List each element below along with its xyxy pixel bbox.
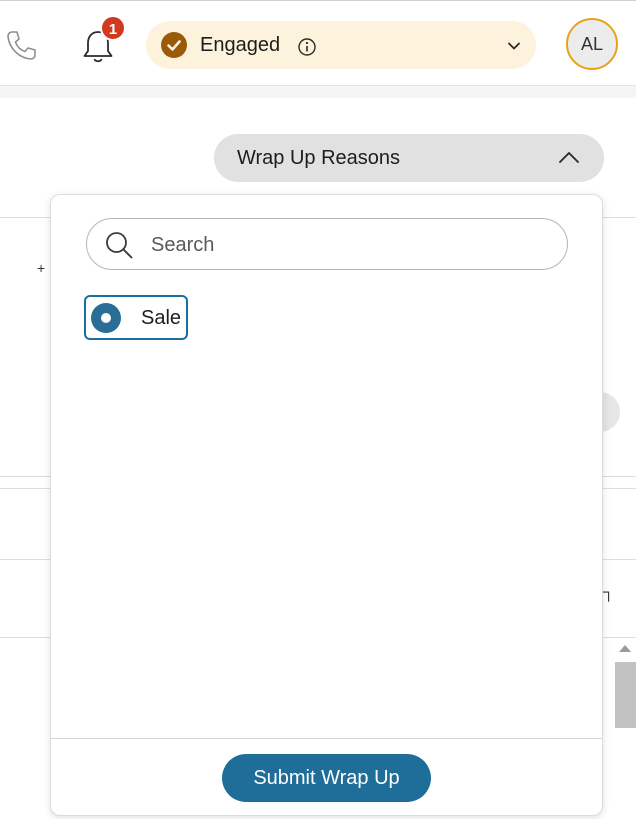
submit-wrap-up-button[interactable]: Submit Wrap Up — [222, 754, 431, 802]
radio-button-selected[interactable] — [91, 303, 121, 333]
workspace-gap — [0, 86, 636, 98]
search-input[interactable] — [149, 229, 553, 261]
search-field[interactable] — [86, 218, 568, 270]
chevron-up-icon — [558, 148, 580, 168]
agent-state-dropdown[interactable]: Engaged — [146, 21, 536, 69]
notification-badge: 1 — [100, 15, 126, 41]
phone-icon[interactable] — [4, 29, 38, 63]
avatar[interactable]: AL — [566, 18, 618, 70]
wrap-up-reasons-label: Wrap Up Reasons — [237, 147, 401, 169]
agent-state-label: Engaged — [200, 34, 281, 56]
plus-icon[interactable]: + — [37, 260, 45, 276]
wrap-up-reasons-dropdown: Sale Submit Wrap Up — [50, 194, 603, 816]
check-circle-icon — [161, 32, 187, 58]
top-header: 1 Engaged AL — [0, 0, 636, 86]
radio-dot — [101, 313, 111, 323]
wrap-up-reasons-button[interactable]: Wrap Up Reasons — [214, 134, 604, 182]
corner-bracket-icon: ┐ — [603, 584, 615, 601]
dropdown-footer-divider — [51, 738, 602, 739]
info-icon[interactable] — [297, 37, 317, 57]
scroll-up-arrow-icon[interactable] — [616, 642, 634, 656]
notifications-button[interactable]: 1 — [80, 15, 126, 63]
wrap-up-option-sale[interactable]: Sale — [84, 295, 188, 340]
scrollbar-thumb[interactable] — [615, 662, 636, 728]
option-label: Sale — [141, 307, 182, 329]
search-icon — [104, 230, 134, 260]
chevron-down-icon — [506, 38, 522, 54]
